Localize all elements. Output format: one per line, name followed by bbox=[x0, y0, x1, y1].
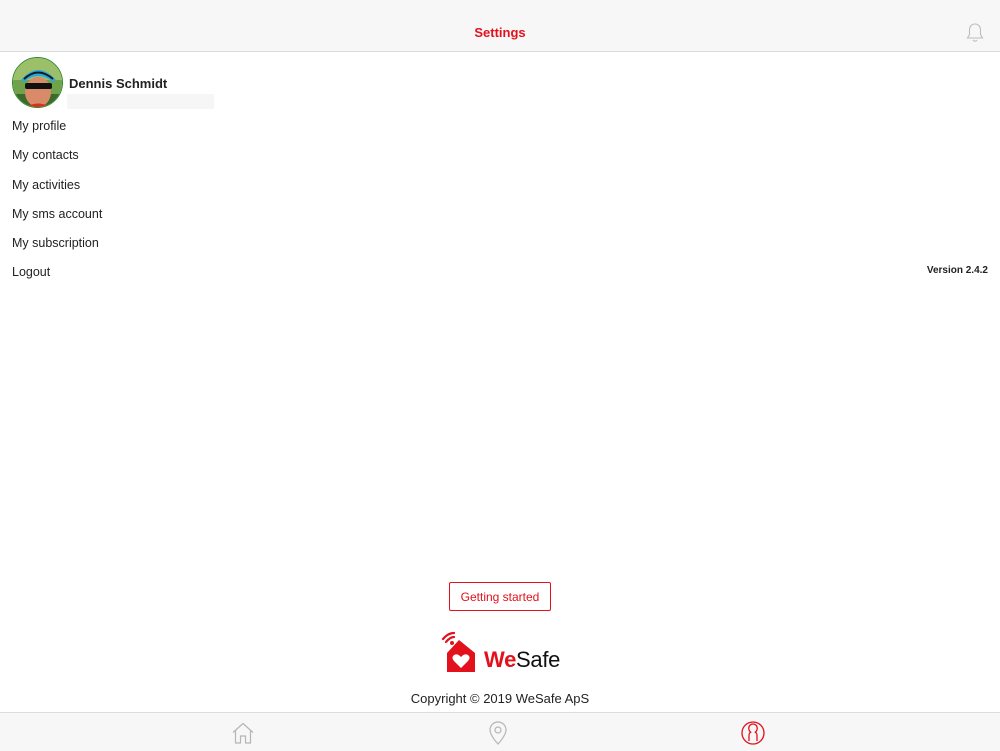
copyright-text: Copyright © 2019 WeSafe ApS bbox=[410, 691, 590, 706]
bottom-tab-bar bbox=[0, 712, 1000, 751]
profile-header: Dennis Schmidt bbox=[12, 57, 232, 109]
avatar-photo bbox=[13, 58, 62, 107]
wesafe-logo-text: WeSafe bbox=[484, 647, 561, 672]
top-bar: Settings bbox=[0, 0, 1000, 52]
settings-menu: My profile My contacts My activities My … bbox=[12, 118, 102, 294]
menu-item-my-profile[interactable]: My profile bbox=[12, 118, 102, 147]
menu-item-my-subscription[interactable]: My subscription bbox=[12, 235, 102, 264]
home-icon[interactable] bbox=[230, 720, 256, 746]
avatar[interactable] bbox=[12, 57, 63, 108]
menu-item-my-contacts[interactable]: My contacts bbox=[12, 147, 102, 176]
location-pin-icon[interactable] bbox=[485, 720, 511, 746]
wesafe-logo: WeSafe bbox=[440, 630, 562, 674]
user-name: Dennis Schmidt bbox=[69, 76, 168, 91]
wesafe-logo-icon bbox=[441, 631, 475, 672]
page-title: Settings bbox=[474, 25, 526, 40]
menu-item-my-sms-account[interactable]: My sms account bbox=[12, 206, 102, 235]
bell-icon[interactable] bbox=[963, 21, 987, 45]
user-subtitle-field bbox=[67, 94, 214, 109]
version-label: Version 2.4.2 bbox=[926, 265, 988, 276]
menu-item-my-activities[interactable]: My activities bbox=[12, 177, 102, 206]
profile-icon[interactable] bbox=[740, 720, 766, 746]
getting-started-button[interactable]: Getting started bbox=[449, 582, 551, 611]
menu-item-logout[interactable]: Logout bbox=[12, 264, 102, 293]
